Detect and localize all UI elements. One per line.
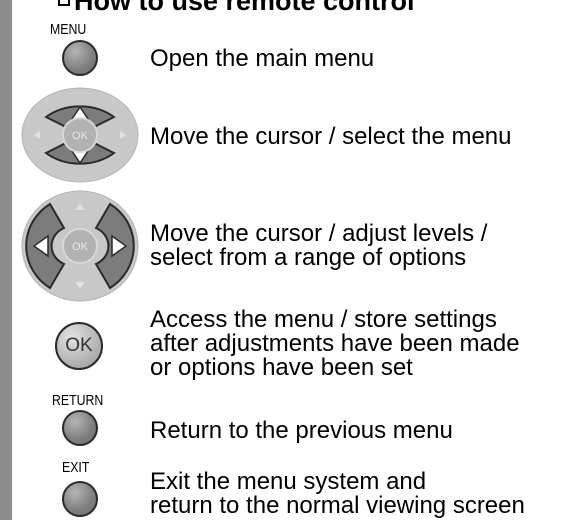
return-button[interactable]	[62, 410, 98, 446]
description-line: Open the main menu	[150, 45, 375, 72]
menu-description: Open the main menu	[150, 47, 374, 71]
ok-center-label: OK	[72, 241, 89, 253]
description-line: return to the normal viewing screen	[150, 492, 525, 519]
updown-description: Move the cursor / select the menu	[150, 125, 512, 149]
ok-button[interactable]: OK	[55, 322, 103, 370]
dpad-up-down: OK	[21, 87, 139, 183]
description-line: Return to the previous menu	[150, 417, 453, 444]
checkbox-icon	[58, 0, 70, 6]
menu-button-label: MENU	[50, 21, 87, 38]
return-button-label: RETURN	[52, 392, 104, 409]
exit-button[interactable]	[62, 481, 98, 517]
ok-description: Access the menu / store settings after a…	[150, 308, 520, 380]
exit-description: Exit the menu system and return to the n…	[150, 470, 525, 518]
description-line: select from a range of options	[150, 244, 467, 271]
menu-button[interactable]	[62, 40, 98, 76]
return-description: Return to the previous menu	[150, 419, 453, 443]
description-line: Move the cursor / adjust levels /	[150, 220, 488, 247]
ok-center-label: OK	[72, 130, 89, 142]
description-line: or options have been set	[150, 354, 413, 381]
ok-button-label: OK	[65, 335, 93, 356]
side-bar	[0, 0, 12, 520]
description-line: after adjustments have been made	[150, 330, 520, 357]
description-line: Move the cursor / select the menu	[150, 123, 512, 150]
leftright-description: Move the cursor / adjust levels / select…	[150, 222, 487, 270]
description-line: Exit the menu system and	[150, 468, 427, 495]
page-title: How to use remote control	[74, 0, 415, 16]
exit-button-label: EXIT	[62, 459, 90, 476]
dpad-left-right: OK	[21, 190, 139, 302]
description-line: Access the menu / store settings	[150, 306, 497, 333]
